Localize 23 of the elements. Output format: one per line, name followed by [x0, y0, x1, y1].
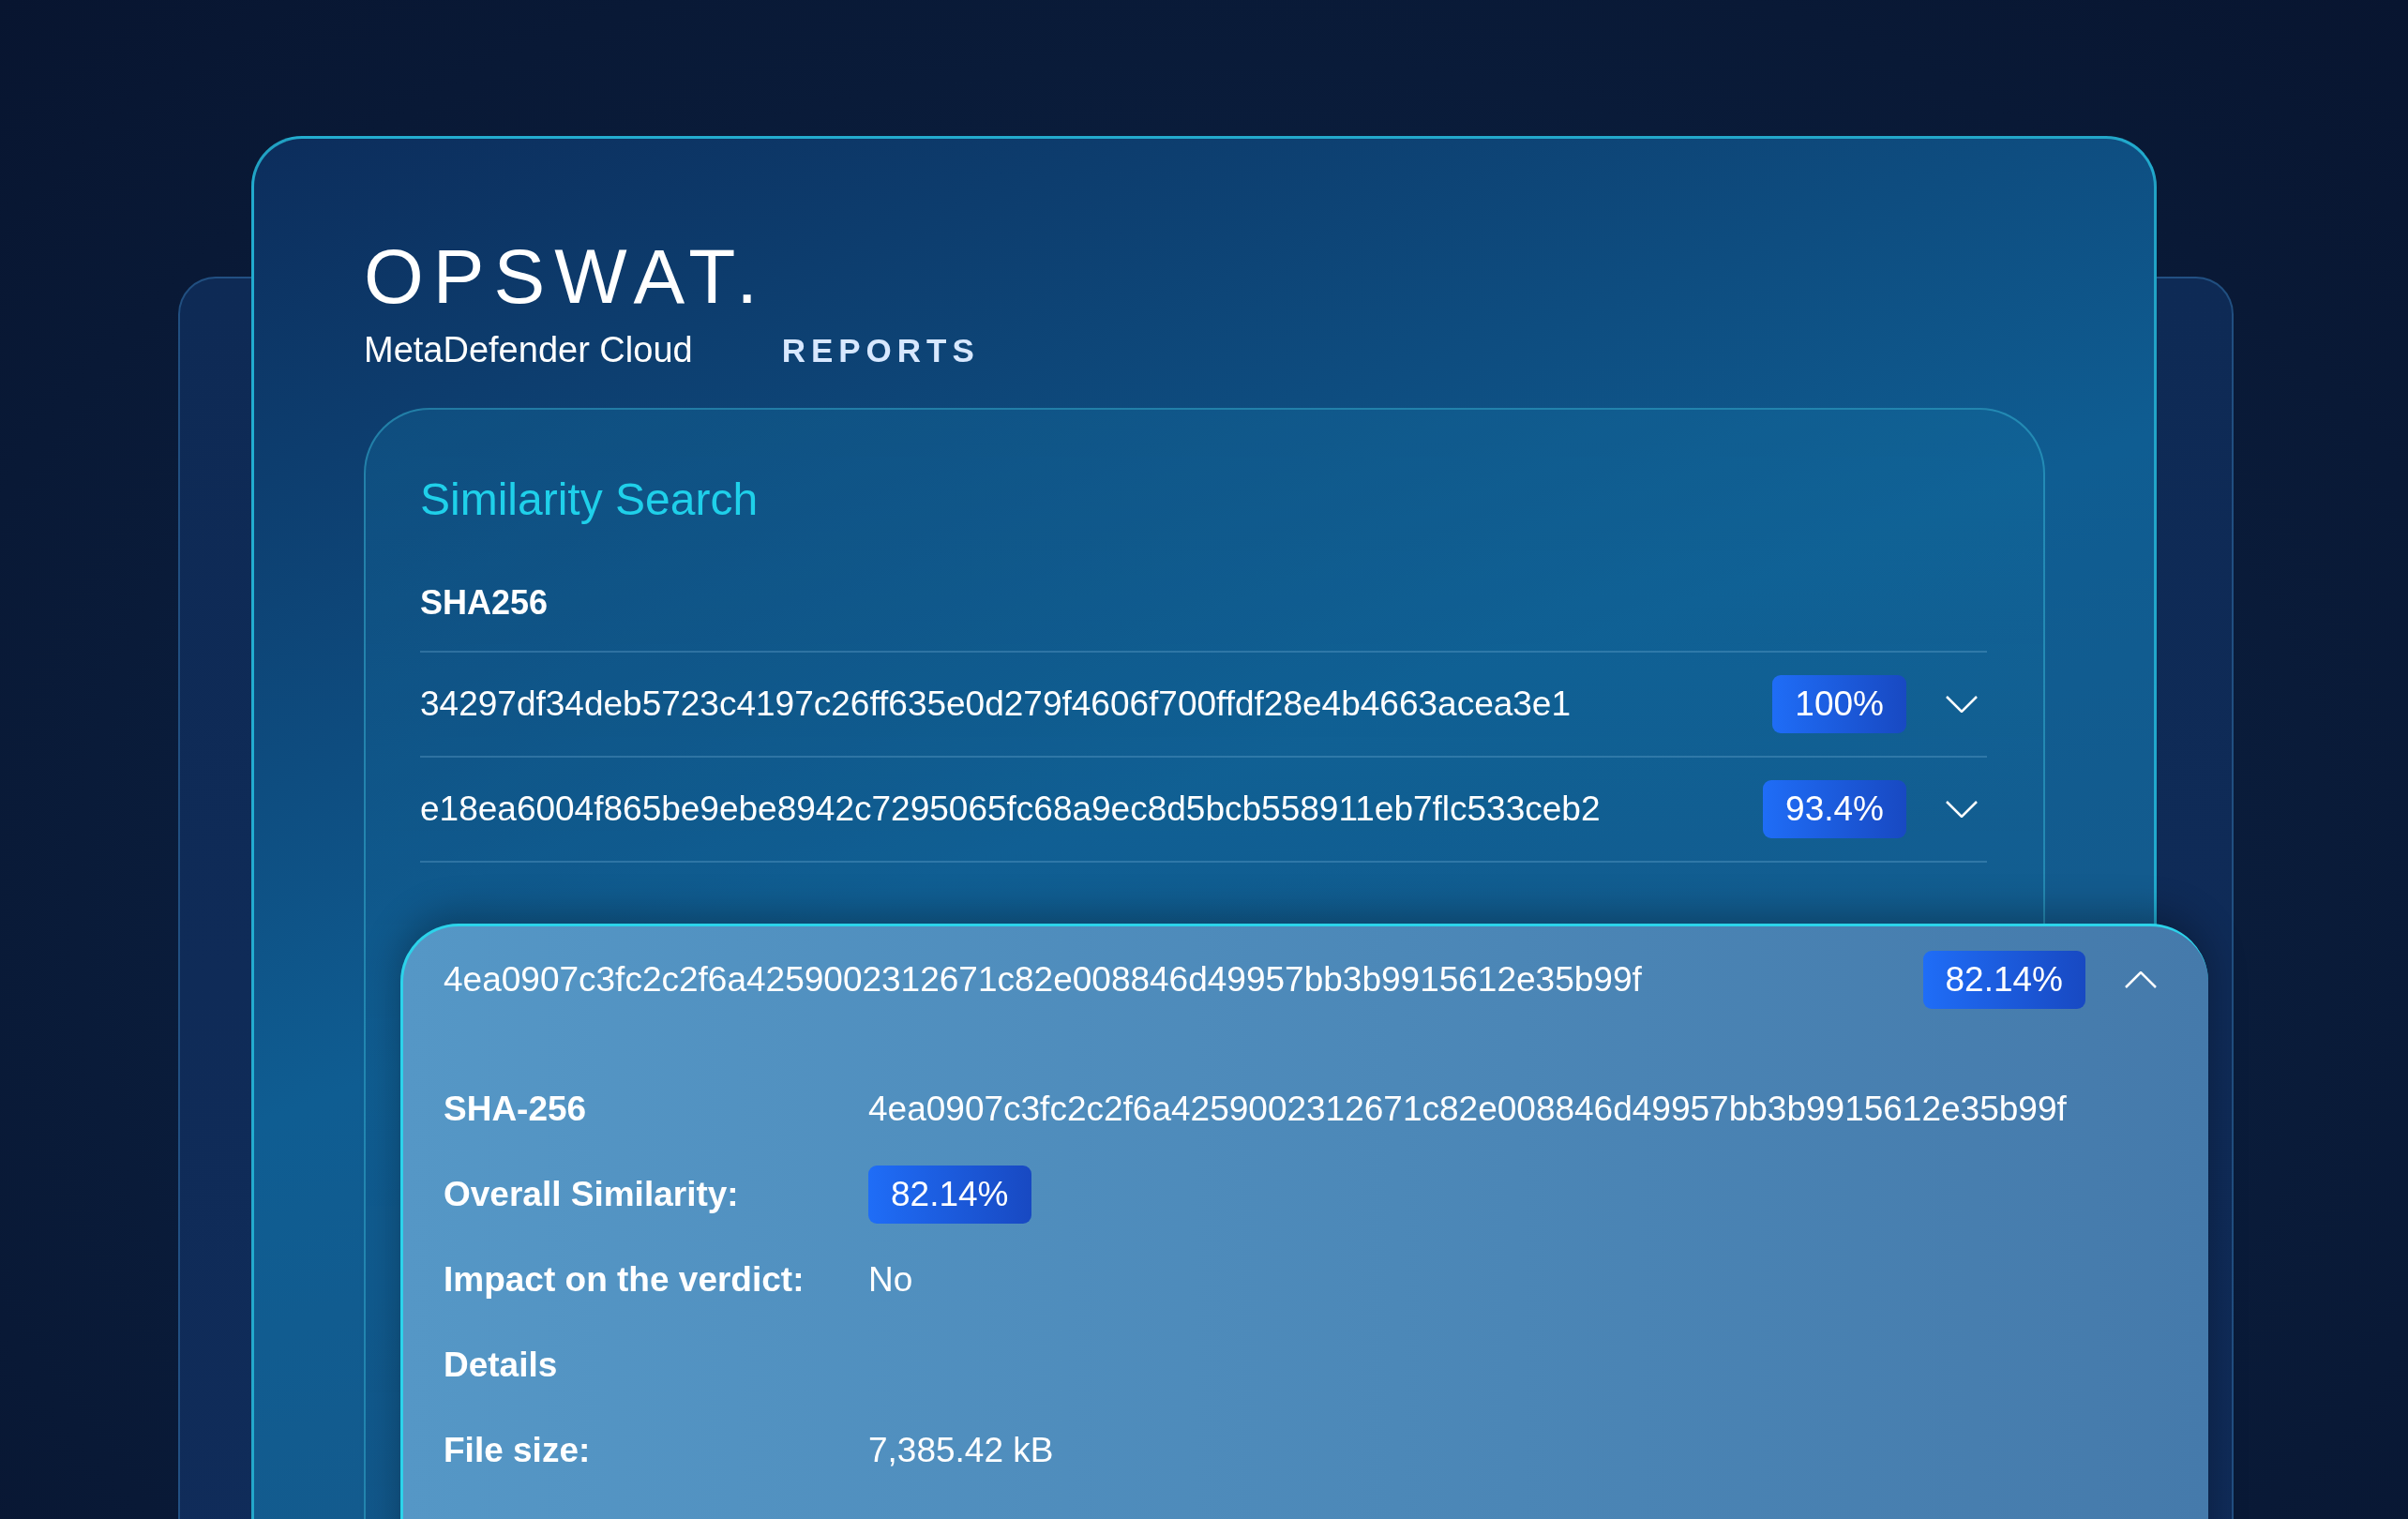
chevron-down-icon[interactable]: [1946, 696, 1978, 713]
field-label: Details: [444, 1345, 559, 1385]
hash-text: 4ea0907c3fc2c2f6a4259002312671c82e008846d49957bb3b9915612e35b99f: [444, 960, 1642, 1000]
field-label: SHA-256: [444, 1089, 588, 1129]
similarity-badge: 82.14%: [1922, 951, 2085, 1009]
section-title: REPORTS: [781, 332, 980, 369]
field-value: No: [868, 1259, 914, 1300]
similarity-badge: 93.4%: [1763, 780, 1906, 838]
field-label: File size:: [444, 1430, 592, 1470]
column-header: SHA256: [420, 583, 1987, 653]
hash-text: e18ea6004f865be9ebe8942c7295065fc68a9ec8d5bcb558911eb7flc533ceb2: [420, 790, 1601, 829]
field-label: Overall Similarity:: [444, 1174, 740, 1214]
field-value: 4ea0907c3fc2c2f6a4259002312671c82e008846d49957bb3b9915612e35b99f: [868, 1089, 2068, 1129]
hash-text: 34297df34deb5723c4197c26ff635e0d279f4606f700ffdf28e4b4663acea3e1: [420, 684, 1572, 724]
field-label: Impact on the verdict:: [444, 1259, 805, 1300]
similarity-badge: 100%: [1772, 675, 1906, 733]
field-value: 7,385.42 kB: [868, 1430, 1055, 1470]
product-name: MetaDefender Cloud: [364, 330, 693, 370]
chevron-up-icon[interactable]: [2125, 971, 2157, 988]
panel-title: Similarity Search: [420, 474, 760, 525]
logo: OPSWAT.: [364, 244, 768, 309]
similarity-badge: 82.14%: [868, 1165, 1031, 1224]
chevron-down-icon[interactable]: [1946, 801, 1978, 818]
